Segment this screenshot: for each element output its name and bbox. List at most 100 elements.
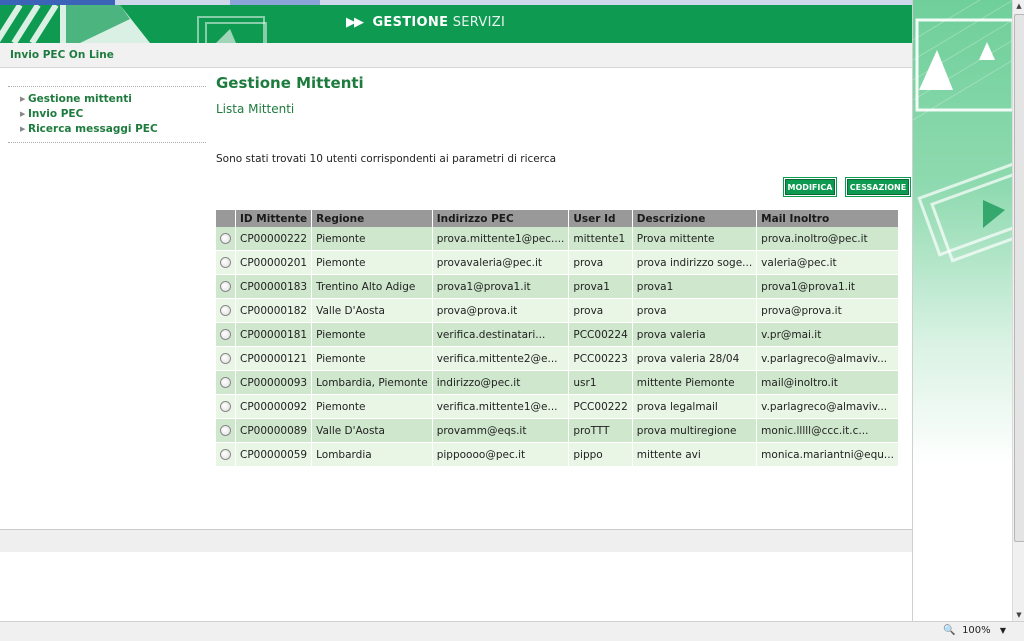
column-header[interactable]: Descrizione: [632, 210, 758, 227]
table-cell: CP00000093: [236, 371, 313, 395]
table-cell: verifica.destinatari...: [432, 323, 570, 347]
table-row[interactable]: CP00000181 Piemonte verifica.destinatari..…: [216, 323, 899, 347]
table-row[interactable]: CP00000089 Valle D'Aosta provamm@eqs.it pro…: [216, 419, 899, 443]
table-cell: mittente avi: [632, 443, 758, 467]
table-cell: prova indirizzo soge...: [632, 251, 758, 275]
zoom-icon: 🔍: [943, 625, 956, 636]
table-cell: Piemonte: [312, 227, 433, 251]
table-cell: mail@inoltro.it: [757, 371, 899, 395]
column-header[interactable]: Regione: [312, 210, 433, 227]
table-cell: prova@prova.it: [757, 299, 899, 323]
row-radio-button[interactable]: [220, 257, 231, 268]
table-cell: provavaleria@pec.it: [432, 251, 570, 275]
table-cell: pippoooo@pec.it: [432, 443, 570, 467]
scrollbar-thumb[interactable]: [1014, 14, 1024, 542]
decorative-graphic: [913, 0, 1013, 263]
table-row[interactable]: CP00000059 Lombardia pippoooo@pec.it pippo m…: [216, 443, 899, 467]
decorative-stripes: [0, 5, 150, 43]
row-radio-button[interactable]: [220, 305, 231, 316]
row-radio-button[interactable]: [220, 281, 231, 292]
table-cell: valeria@pec.it: [757, 251, 899, 275]
zoom-control[interactable]: 🔍 100% ▼: [943, 625, 1006, 636]
table-cell: CP00000121: [236, 347, 313, 371]
table-cell: v.pr@mai.it: [757, 323, 899, 347]
table-row[interactable]: CP00000092 Piemonte verifica.mittente1@e..…: [216, 395, 899, 419]
table-cell: pippo: [569, 443, 633, 467]
header-title: ▶▶ GESTIONE SERVIZI: [346, 15, 505, 30]
decorative-side-panel: [912, 0, 1013, 621]
table-cell: Trentino Alto Adige: [312, 275, 433, 299]
table-cell: Piemonte: [312, 347, 433, 371]
scroll-down-icon[interactable]: ▼: [1014, 609, 1024, 621]
app-title-bar: Invio PEC On Line: [0, 43, 912, 68]
row-select-cell: [216, 443, 236, 467]
column-header[interactable]: Mail Inoltro: [757, 210, 899, 227]
table-cell: Prova mittente: [632, 227, 758, 251]
table-cell: prova@prova.it: [432, 299, 570, 323]
senders-table: ID Mittente Regione Indirizzo PEC User I…: [216, 210, 899, 467]
table-cell: Valle D'Aosta: [312, 419, 433, 443]
table-cell: CP00000183: [236, 275, 313, 299]
header-title-light: SERVIZI: [452, 15, 506, 30]
nav-item-invio-pec[interactable]: ▶ Invio PEC: [8, 108, 206, 123]
table-cell: PCC00222: [569, 395, 633, 419]
nav-item-label: Ricerca messaggi PEC: [28, 123, 158, 135]
table-row[interactable]: CP00000222 Piemonte prova.mittente1@pec...…: [216, 227, 899, 251]
table-row[interactable]: CP00000201 Piemonte provavaleria@pec.it pro…: [216, 251, 899, 275]
page-subtitle: Lista Mittenti: [216, 102, 295, 116]
vertical-scrollbar[interactable]: ▲ ▼: [1012, 0, 1024, 621]
table-cell: prova1@prova1.it: [432, 275, 570, 299]
row-radio-button[interactable]: [220, 401, 231, 412]
table-cell: prova valeria: [632, 323, 758, 347]
table-cell: v.parlagreco@almaviv...: [757, 395, 899, 419]
table-cell: usr1: [569, 371, 633, 395]
table-cell: CP00000201: [236, 251, 313, 275]
table-cell: Valle D'Aosta: [312, 299, 433, 323]
table-cell: monica.mariantni@equ...: [757, 443, 899, 467]
table-cell: Piemonte: [312, 395, 433, 419]
table-cell: prova1: [632, 275, 758, 299]
table-row[interactable]: CP00000182 Valle D'Aosta prova@prova.it pro…: [216, 299, 899, 323]
table-cell: mittente1: [569, 227, 633, 251]
table-cell: CP00000059: [236, 443, 313, 467]
chevron-right-icon: ▶: [20, 95, 26, 103]
table-cell: CP00000182: [236, 299, 313, 323]
table-cell: prova valeria 28/04: [632, 347, 758, 371]
table-row[interactable]: CP00000121 Piemonte verifica.mittente2@e..…: [216, 347, 899, 371]
row-radio-button[interactable]: [220, 329, 231, 340]
modifica-button[interactable]: MODIFICA: [783, 177, 837, 197]
page-title: Gestione Mittenti: [216, 74, 364, 92]
nav-item-ricerca-messaggi[interactable]: ▶ Ricerca messaggi PEC: [8, 123, 206, 138]
column-header[interactable]: Indirizzo PEC: [432, 210, 570, 227]
table-cell: CP00000181: [236, 323, 313, 347]
column-header[interactable]: ID Mittente: [236, 210, 313, 227]
table-cell: prova: [632, 299, 758, 323]
row-select-cell: [216, 227, 236, 251]
table-cell: prova1@prova1.it: [757, 275, 899, 299]
chevron-right-icon: ▶: [20, 110, 26, 118]
app-title: Invio PEC On Line: [10, 49, 114, 61]
chevron-right-icon: ▶: [20, 125, 26, 133]
table-cell: monic.lllll@ccc.it.c...: [757, 419, 899, 443]
table-row[interactable]: CP00000183 Trentino Alto Adige prova1@prov…: [216, 275, 899, 299]
table-row[interactable]: CP00000093 Lombardia, Piemonte indirizzo@p…: [216, 371, 899, 395]
row-radio-button[interactable]: [220, 449, 231, 460]
row-select-cell: [216, 251, 236, 275]
table-cell: prova multiregione: [632, 419, 758, 443]
table-cell: CP00000092: [236, 395, 313, 419]
header-arrows-icon: ▶▶: [346, 15, 364, 30]
row-select-cell: [216, 299, 236, 323]
table-cell: PCC00224: [569, 323, 633, 347]
chevron-down-icon: ▼: [999, 626, 1006, 635]
scroll-up-icon[interactable]: ▲: [1014, 0, 1024, 12]
row-radio-button[interactable]: [220, 353, 231, 364]
row-radio-button[interactable]: [220, 233, 231, 244]
row-radio-button[interactable]: [220, 425, 231, 436]
table-cell: mittente Piemonte: [632, 371, 758, 395]
table-cell: prova.inoltro@pec.it: [757, 227, 899, 251]
cessazione-button[interactable]: CESSAZIONE: [845, 177, 911, 197]
row-radio-button[interactable]: [220, 377, 231, 388]
nav-item-gestione-mittenti[interactable]: ▶ Gestione mittenti: [8, 93, 206, 108]
main-content: Gestione Mittenti Lista Mittenti: [216, 74, 906, 116]
column-header[interactable]: User Id: [569, 210, 633, 227]
